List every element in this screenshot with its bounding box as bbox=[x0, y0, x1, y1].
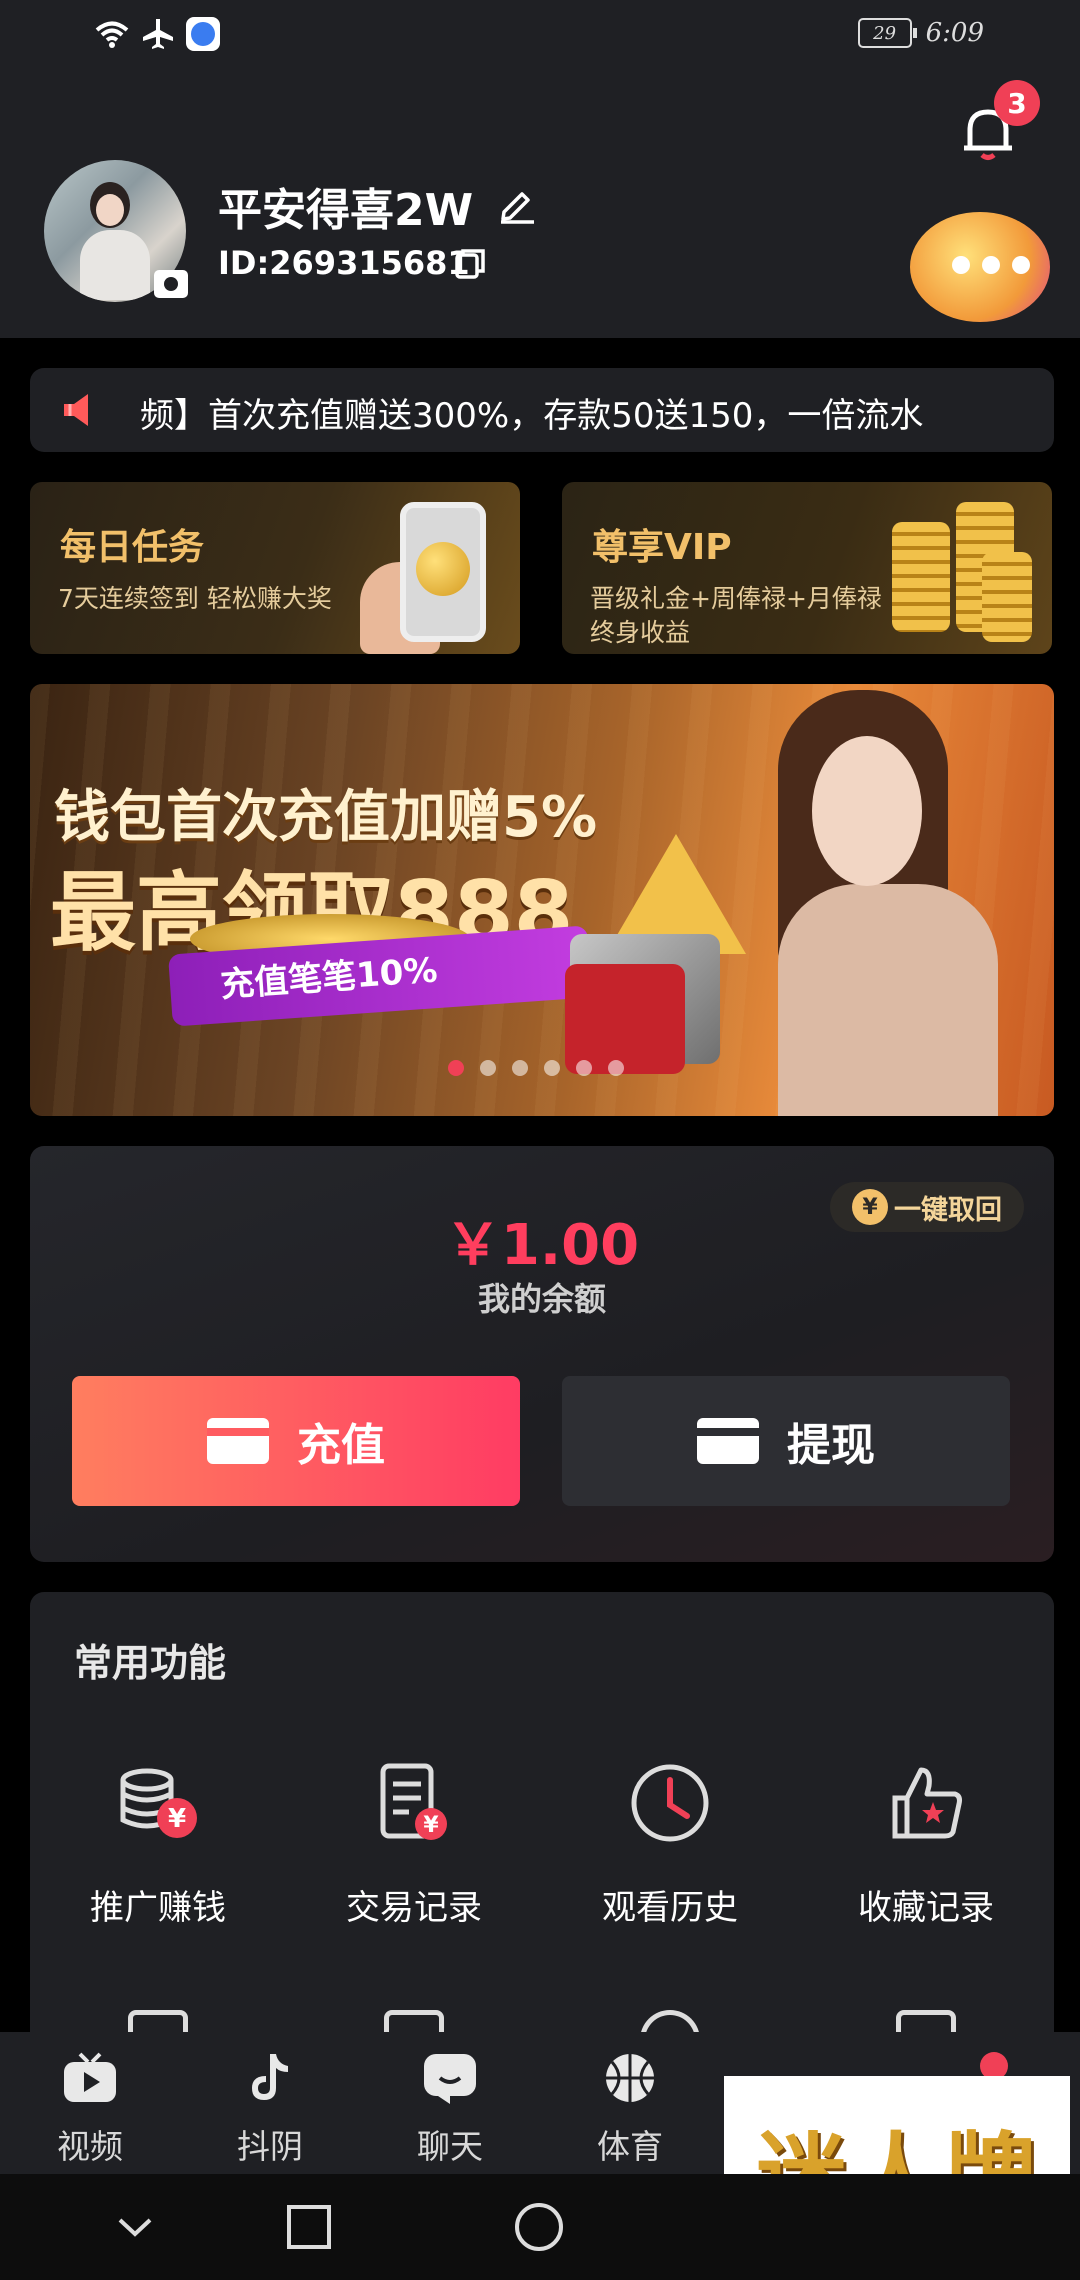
receipt-icon: ¥ bbox=[380, 1763, 447, 1840]
vip-subtitle-line1: 晋级礼金+周俸禄+月俸禄 bbox=[590, 584, 882, 613]
feature-row2-item[interactable] bbox=[798, 2010, 1054, 2032]
speaker-icon bbox=[64, 394, 88, 426]
daily-task-subtitle: 7天连续签到 轻松赚大奖 bbox=[58, 584, 332, 613]
carousel-dot[interactable] bbox=[608, 1060, 624, 1076]
nav-chat[interactable]: 聊天 bbox=[360, 2048, 540, 2168]
nav-videos[interactable]: 视频 bbox=[0, 2048, 180, 2168]
feature-label: 推广赚钱 bbox=[90, 1888, 226, 1928]
copy-icon[interactable] bbox=[452, 246, 488, 282]
thumbs-up-star-icon bbox=[892, 1767, 962, 1839]
recharge-button[interactable]: 充值 bbox=[72, 1376, 520, 1506]
feature-watch-history[interactable]: 观看历史 bbox=[542, 1758, 798, 1929]
feature-favorites[interactable]: 收藏记录 bbox=[798, 1758, 1054, 1929]
username: 平安得喜2W bbox=[218, 185, 474, 236]
edit-icon[interactable] bbox=[496, 182, 538, 224]
nav-label: 聊天 bbox=[417, 2127, 483, 2166]
airplane-icon bbox=[143, 19, 173, 49]
user-id: ID:269315681 bbox=[218, 244, 470, 282]
carousel-dots bbox=[448, 1060, 624, 1076]
feature-row2-item[interactable] bbox=[30, 2010, 286, 2032]
vip-subtitle-line2: 终身收益 bbox=[590, 618, 691, 647]
coin-stack-illustration bbox=[892, 522, 950, 632]
balance-amount: ￥1.00 bbox=[444, 1213, 640, 1278]
nav-douyin[interactable]: 抖阴 bbox=[180, 2048, 360, 2168]
feature-row2-item[interactable] bbox=[542, 2010, 798, 2032]
svg-text:¥: ¥ bbox=[168, 1804, 186, 1834]
carousel-dot[interactable] bbox=[480, 1060, 496, 1076]
feature-transactions[interactable]: ¥ 交易记录 bbox=[286, 1758, 542, 1929]
daily-task-card[interactable]: 每日任务 7天连续签到 轻松赚大奖 bbox=[30, 482, 520, 654]
withdraw-label: 提现 bbox=[787, 1420, 875, 1471]
recharge-label: 充值 bbox=[297, 1420, 385, 1471]
chat-dot bbox=[982, 256, 1000, 274]
wifi-icon bbox=[95, 21, 129, 48]
svg-text:¥: ¥ bbox=[423, 1813, 439, 1838]
carousel-dot[interactable] bbox=[512, 1060, 528, 1076]
vip-title: 尊享VIP bbox=[592, 527, 732, 568]
recents-square-icon[interactable] bbox=[282, 2200, 336, 2254]
nav-label: 视频 bbox=[57, 2127, 123, 2166]
status-right: 29 6:09 bbox=[857, 18, 984, 48]
common-features-panel: 常用功能 ¥ 推广赚钱 ¥ 交易记录 观看历史 收藏记录 bbox=[30, 1592, 1054, 2032]
feature-promote-earn[interactable]: ¥ 推广赚钱 bbox=[30, 1758, 286, 1929]
feature-label: 观看历史 bbox=[602, 1888, 738, 1928]
clock-icon bbox=[631, 1764, 709, 1842]
coin-stack-illustration bbox=[982, 552, 1032, 642]
balance-label: 我的余额 bbox=[477, 1280, 606, 1318]
wallet-panel: ¥ 一键取回 ￥1.00 我的余额 充值 提现 bbox=[30, 1146, 1054, 1562]
app-icon bbox=[186, 17, 220, 51]
tv-play-icon bbox=[64, 2052, 116, 2102]
withdraw-button[interactable]: 提现 bbox=[562, 1376, 1010, 1506]
model-illustration bbox=[750, 684, 1050, 1116]
banner-headline: 钱包首次充值加赠5% bbox=[54, 785, 598, 850]
battery-icon: 29 bbox=[857, 18, 917, 48]
nav-label: 抖阴 bbox=[237, 2127, 303, 2166]
tiktok-icon bbox=[252, 2054, 288, 2100]
vip-subtitle: 晋级礼金+周俸禄+月俸禄 终身收益 bbox=[590, 582, 882, 650]
daily-task-title: 每日任务 bbox=[60, 527, 205, 568]
camera-icon[interactable] bbox=[154, 270, 188, 298]
promo-banner[interactable]: 钱包首次充值加赠5% 最高领取888 充值笔笔10% bbox=[30, 684, 1054, 1116]
chat-icon bbox=[424, 2054, 476, 2104]
home-circle-icon[interactable] bbox=[512, 2200, 566, 2254]
notification-badge: 3 bbox=[994, 80, 1040, 126]
nav-label: 体育 bbox=[597, 2127, 663, 2166]
coins-yuan-icon: ¥ bbox=[120, 1768, 197, 1838]
chat-dot bbox=[952, 256, 970, 274]
status-bar: 29 6:09 bbox=[0, 0, 1080, 72]
status-icons bbox=[94, 16, 220, 52]
carousel-dot[interactable] bbox=[448, 1060, 464, 1076]
clock: 6:09 bbox=[925, 18, 984, 48]
carousel-dot[interactable] bbox=[544, 1060, 560, 1076]
back-chevron-icon[interactable] bbox=[108, 2200, 162, 2254]
feature-label: 收藏记录 bbox=[858, 1888, 994, 1928]
notice-bar[interactable]: 频】首次充值赠送300%，存款50送150，一倍流水 bbox=[30, 368, 1054, 452]
vip-card[interactable]: 尊享VIP 晋级礼金+周俸禄+月俸禄 终身收益 bbox=[562, 482, 1052, 654]
withdraw-card-icon bbox=[697, 1418, 759, 1464]
feature-row2-item[interactable] bbox=[286, 2010, 542, 2032]
features-title: 常用功能 bbox=[74, 1641, 227, 1685]
nav-sports[interactable]: 体育 bbox=[540, 2048, 720, 2168]
basketball-icon bbox=[606, 2054, 654, 2102]
wallet-illustration bbox=[565, 964, 685, 1074]
notice-text: 频】首次充值赠送300%，存款50送150，一倍流水 bbox=[140, 396, 924, 436]
chat-dot bbox=[1012, 256, 1030, 274]
phone-illustration bbox=[400, 502, 486, 642]
wallet-card-icon bbox=[207, 1418, 269, 1464]
feature-label: 交易记录 bbox=[346, 1888, 482, 1928]
system-nav-bar bbox=[0, 2174, 1080, 2280]
carousel-dot[interactable] bbox=[576, 1060, 592, 1076]
